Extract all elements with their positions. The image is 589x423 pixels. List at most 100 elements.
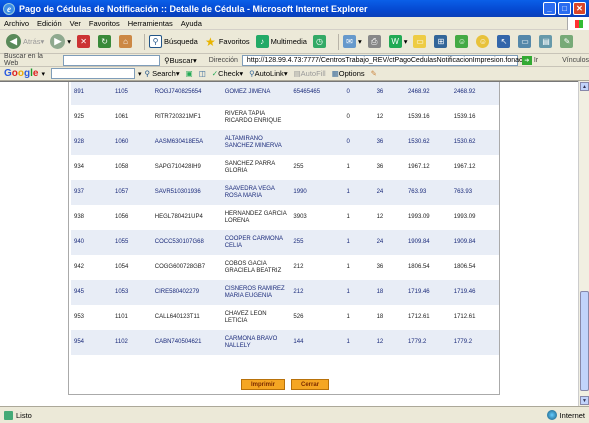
back-button[interactable]: ◀ Atrás ▾ [6, 34, 44, 49]
table-cell: 1779.2 [453, 339, 473, 345]
table-row: 942 1054 COGG600728GB7 COBOS GACIA GRACIELA… [71, 255, 499, 280]
autofill-icon: ▤ [293, 69, 301, 78]
menu-ver[interactable]: Ver [70, 19, 81, 28]
toolbar-separator [337, 33, 339, 50]
go-button[interactable]: Ir [534, 57, 538, 64]
monitor-icon: ▭ [518, 35, 532, 48]
table-cell: 1056 [114, 214, 129, 220]
google-autolink-button[interactable]: ⚲ AutoLink ▾ [249, 69, 287, 78]
scroll-up-icon[interactable]: ▲ [580, 82, 589, 91]
multimedia-button[interactable]: ♪ Multimedia [255, 35, 307, 48]
table-cell: ROGJ740825654 [154, 89, 202, 95]
table-cell: COCC530107G68 [154, 239, 204, 245]
table-cell: SANCHEZ PARRA GLORIA [224, 160, 275, 174]
status-text: Listo [16, 410, 32, 420]
table-cell: SAVR510301936 [154, 189, 201, 195]
table-cell: 925 [74, 114, 85, 120]
table-cell: CHAVEZ LEON LETICIA [224, 310, 267, 324]
discuss-icon: ▭ [413, 35, 427, 48]
print-button[interactable]: Imprimir [241, 379, 286, 390]
windows-logo-icon [567, 17, 589, 30]
discuss-button[interactable]: ▭ [413, 35, 428, 48]
menu-favoritos[interactable]: Favoritos [89, 19, 120, 28]
stop-icon: ✕ [77, 35, 91, 48]
forward-arrow-icon: ▶ [50, 34, 66, 49]
messenger-button[interactable]: ☺ [455, 35, 470, 48]
menu-herramientas[interactable]: Herramientas [128, 19, 173, 28]
table-cell: COBOS GACIA GRACIELA BEATRIZ [224, 260, 282, 274]
print-toolbar-button[interactable]: ⎙ [367, 35, 383, 48]
table-cell: 36 [376, 164, 384, 170]
google-news-button[interactable]: ▣ [186, 69, 193, 78]
google-search-input[interactable] [50, 68, 135, 79]
google-check-button[interactable]: ✓ Check ▾ [212, 69, 243, 78]
web-search-label: Buscar en la Web [4, 53, 43, 67]
google-search-button[interactable]: ⚲ Search ▾ [144, 69, 179, 78]
minimize-button[interactable]: _ [543, 2, 556, 15]
google-popup-button[interactable]: ◫ [199, 69, 206, 78]
table-cell: 1806.54 [407, 264, 430, 270]
research-icon: ⊞ [434, 35, 448, 48]
google-dropdown-icon[interactable]: ▾ [138, 70, 142, 78]
table-cell: 1 [346, 314, 350, 320]
table-cell: 255 [293, 164, 304, 170]
google-logo[interactable]: Google [4, 68, 38, 79]
url-input[interactable]: http://128.99.4.73:7777/CentrosTrabajo_R… [241, 54, 528, 66]
globe-icon [546, 410, 557, 420]
table-cell: HEGL780421UP4 [154, 214, 203, 220]
table-cell: 2468.92 [453, 89, 476, 95]
menu-ayuda[interactable]: Ayuda [181, 19, 202, 28]
web-search-input[interactable] [62, 54, 161, 66]
scroll-thumb[interactable] [580, 291, 589, 391]
table-cell: 0 [346, 89, 350, 95]
forward-button[interactable]: ▶ ▾ [50, 34, 71, 49]
table-cell: 953 [74, 314, 85, 320]
close-button[interactable]: Cerrar [291, 379, 330, 390]
zone-label: Internet [559, 410, 585, 420]
status-bar: Listo Internet [0, 406, 589, 423]
history-button[interactable]: ◷ [312, 35, 328, 48]
table-cell: 763.93 [407, 189, 427, 195]
table-row: 891 1105 ROGJ740825654 GOMEZ JIMENA 65465465… [71, 82, 499, 105]
table-cell: 928 [74, 139, 85, 145]
close-window-button[interactable]: ✕ [573, 2, 586, 15]
web-search-button[interactable]: ⚲ Buscar ▾ [164, 56, 197, 65]
maximize-button[interactable]: □ [558, 2, 571, 15]
popup-icon: ◫ [198, 69, 206, 78]
menu-archivo[interactable]: Archivo [4, 19, 29, 28]
mail-button[interactable]: ✉ ▾ [342, 35, 362, 48]
table-cell: CIRE580402279 [154, 289, 200, 295]
table-cell: 1712.61 [453, 314, 476, 320]
stop-button[interactable]: ✕ [77, 35, 92, 48]
toolbar-extra-2[interactable]: ↖ [497, 35, 512, 48]
table-cell: 36 [376, 139, 384, 145]
google-pencil-button[interactable]: ✎ [371, 69, 377, 78]
vertical-scrollbar[interactable]: ▲ ▼ [578, 81, 589, 406]
toolbar-extra-5[interactable]: ✎ [560, 35, 575, 48]
magnifier-icon: ⚲ [149, 35, 163, 48]
printer-icon: ⎙ [367, 35, 381, 48]
menu-bar: Archivo Edición Ver Favoritos Herramient… [0, 17, 589, 30]
toolbar-extra-3[interactable]: ▭ [518, 35, 533, 48]
table-cell: 954 [74, 339, 85, 345]
table-cell: HERNANDEZ GARCIA LORENA [224, 210, 287, 224]
g-search-icon: ⚲ [144, 69, 150, 78]
home-button[interactable]: ⌂ [119, 35, 134, 48]
favorites-button[interactable]: ★ Favoritos [204, 35, 250, 49]
table-cell: 891 [74, 89, 85, 95]
table-cell: 1 [346, 214, 350, 220]
toolbar-extra-4[interactable]: ▤ [539, 35, 554, 48]
toolbar-extra-1[interactable]: ☺ [476, 35, 491, 48]
table-cell: 36 [376, 89, 384, 95]
refresh-button[interactable]: ↻ [98, 35, 113, 48]
links-button[interactable]: Vínculos [562, 57, 589, 64]
research-button[interactable]: ⊞ [434, 35, 449, 48]
google-options-button[interactable]: ▦ Options [332, 69, 365, 78]
refresh-icon: ↻ [98, 35, 112, 48]
edit-button[interactable]: W ▾ [388, 35, 407, 48]
scroll-down-icon[interactable]: ▼ [580, 396, 589, 405]
google-autofill-button[interactable]: ▤ AutoFill [294, 69, 326, 78]
go-arrow-icon[interactable]: ➔ [521, 55, 532, 65]
menu-edicion[interactable]: Edición [37, 19, 62, 28]
search-button[interactable]: ⚲ Búsqueda [149, 35, 198, 48]
